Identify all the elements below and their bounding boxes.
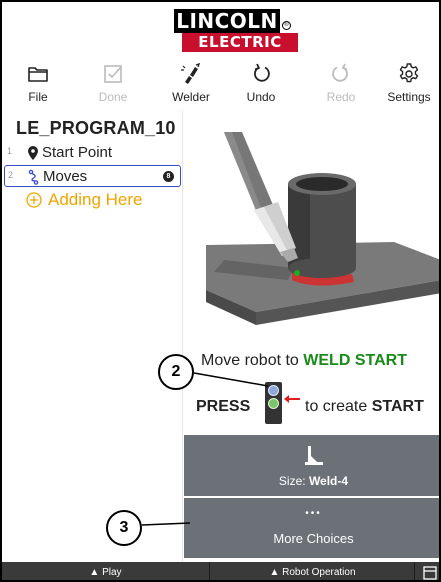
- panel-icon: [422, 566, 437, 580]
- weld-start-text: WELD START: [303, 352, 407, 369]
- file-button[interactable]: File: [5, 58, 71, 110]
- bottom-extra-button[interactable]: [416, 562, 439, 580]
- play-button[interactable]: ▲ Play: [2, 562, 210, 580]
- settings-button[interactable]: Settings: [376, 58, 439, 110]
- checkbox-done-icon: [104, 65, 122, 83]
- more-dots-icon: •••: [305, 508, 322, 519]
- undo-icon: [254, 63, 270, 82]
- step-label: Moves: [43, 168, 88, 185]
- toolbar: File Done Welder Undo Redo Settings: [2, 58, 439, 110]
- step-moves[interactable]: 2 Moves 8: [4, 165, 181, 187]
- redo-label: Redo: [326, 90, 356, 104]
- weld-size-button[interactable]: Size: Weld-4: [184, 435, 439, 496]
- robot-operation-button[interactable]: ▲ Robot Operation: [211, 562, 415, 580]
- undo-button[interactable]: Undo: [228, 58, 294, 110]
- column-divider: [182, 110, 183, 562]
- map-pin-icon: [28, 146, 38, 160]
- path-icon: [28, 169, 39, 185]
- size-value: Weld-4: [308, 474, 349, 488]
- press-text: PRESS: [196, 398, 251, 415]
- file-label: File: [28, 90, 48, 104]
- weld-illustration: [206, 132, 439, 325]
- adding-here-button[interactable]: Adding Here: [26, 190, 143, 210]
- done-button[interactable]: Done: [80, 58, 146, 110]
- callout-2: 2: [158, 354, 194, 390]
- logo-wordmark-top: LINCOLN: [174, 9, 280, 33]
- create-prefix: to create: [305, 398, 372, 415]
- move-prefix-text: Move robot to: [201, 352, 304, 369]
- step-number: 2: [8, 170, 14, 180]
- welder-label: Welder: [172, 90, 210, 104]
- step-count-badge: 8: [163, 171, 174, 182]
- size-prefix: Size:: [278, 474, 309, 488]
- fillet-weld-icon: [304, 446, 323, 465]
- welder-button[interactable]: Welder: [158, 58, 224, 110]
- program-title: LE_PROGRAM_10: [16, 118, 176, 138]
- weld-size-text: Size: Weld-4: [184, 474, 439, 488]
- adding-here-label: Adding Here: [48, 190, 143, 209]
- green-led: [268, 398, 279, 409]
- registered-mark: ®: [282, 21, 291, 30]
- add-circle-icon: [26, 192, 42, 208]
- undo-label: Undo: [246, 90, 276, 104]
- blue-led: [268, 385, 279, 396]
- settings-label: Settings: [387, 90, 431, 104]
- more-choices-label: More Choices: [273, 531, 354, 546]
- lincoln-electric-logo: LINCOLN ® ELECTRIC: [174, 9, 298, 53]
- folder-icon: [28, 67, 48, 82]
- create-target: START: [371, 398, 424, 415]
- create-start-text: to create START: [305, 398, 424, 416]
- done-label: Done: [98, 90, 128, 104]
- teach-pendant-button-icon: [265, 382, 282, 424]
- move-robot-instruction: Move robot to WELD START: [201, 352, 407, 370]
- more-choices-button[interactable]: ••• More Choices: [184, 498, 439, 558]
- red-arrow-icon: [284, 395, 300, 403]
- redo-icon: [332, 63, 348, 82]
- gear-icon: [399, 63, 419, 83]
- step-start-point[interactable]: 1 Start Point: [2, 142, 180, 164]
- press-instruction: PRESS to create START: [196, 382, 439, 426]
- app-window: LINCOLN ® ELECTRIC File Done Welder Undo…: [0, 0, 441, 582]
- step-label: Start Point: [42, 144, 113, 161]
- step-number: 1: [7, 146, 13, 156]
- callout-3: 3: [106, 510, 142, 546]
- logo-wordmark-bottom: ELECTRIC: [182, 33, 298, 52]
- bottom-bar: ▲ Play ▲ Robot Operation: [2, 562, 439, 580]
- redo-button[interactable]: Redo: [308, 58, 374, 110]
- welding-torch-icon: [181, 62, 201, 84]
